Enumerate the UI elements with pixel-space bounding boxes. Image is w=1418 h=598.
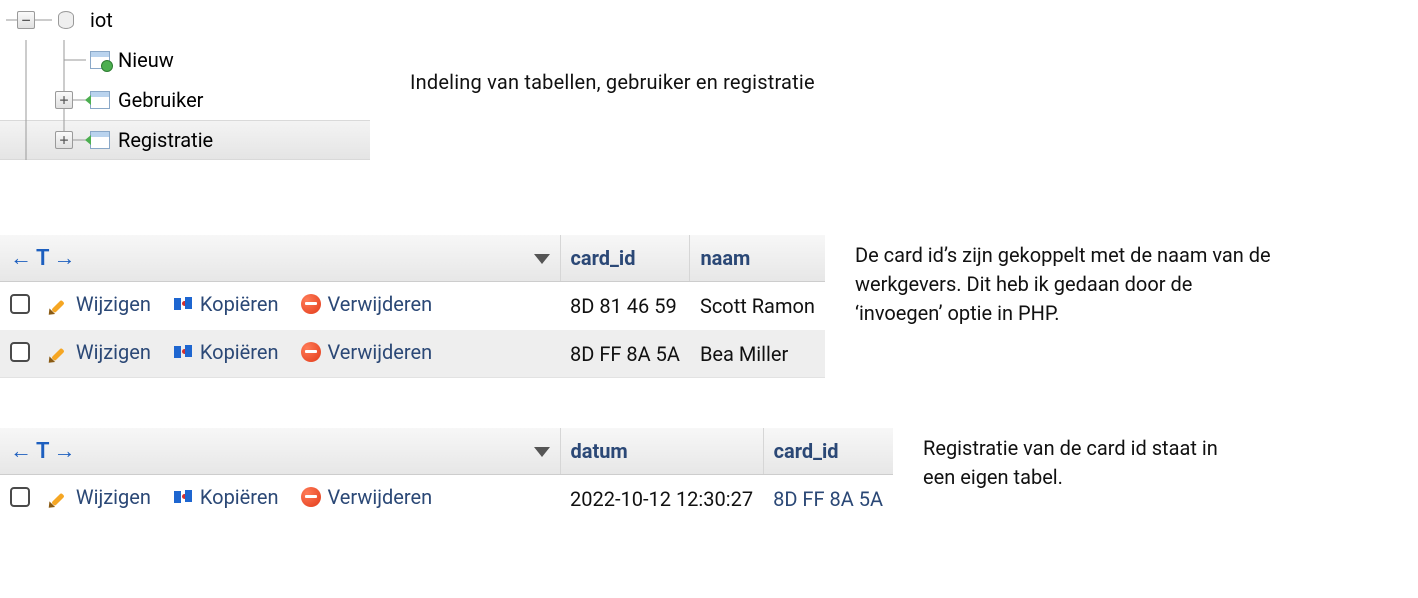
table-row: Wijzigen Kopiëren Verwijderen 8D FF 8A 5… (0, 330, 825, 378)
pencil-icon (50, 294, 70, 314)
grid-gebruiker: ← T → card_id naam Wijzigen Kopiëren Ver… (0, 235, 825, 378)
expand-icon[interactable]: + (55, 91, 73, 109)
col-header-naam[interactable]: naam (690, 235, 825, 282)
delete-button[interactable]: Verwijderen (301, 340, 432, 364)
minus-circle-icon (301, 294, 321, 314)
collapse-icon[interactable]: − (17, 11, 35, 29)
delete-button[interactable]: Verwijderen (301, 292, 432, 316)
cell-cardid: 8D 81 46 59 (560, 282, 690, 330)
caption-tree: Indeling van tabellen, gebruiker en regi… (410, 70, 815, 94)
row-options-icon[interactable]: ← T → (10, 245, 76, 271)
grid-actions-header[interactable]: ← T → (0, 235, 560, 282)
row-options-icon[interactable]: ← T → (10, 438, 76, 464)
table-row: Wijzigen Kopiëren Verwijderen 8D 81 46 5… (0, 282, 825, 330)
minus-circle-icon (301, 487, 321, 507)
tree-node-database[interactable]: − iot (0, 0, 370, 40)
tree-node-gebruiker[interactable]: + Gebruiker (0, 80, 370, 120)
edit-button[interactable]: Wijzigen (50, 340, 151, 364)
col-header-datum[interactable]: datum (560, 428, 763, 475)
grid-registratie: ← T → datum card_id Wijzigen Kopiëren Ve… (0, 428, 893, 523)
edit-label: Wijzigen (76, 340, 151, 364)
delete-label: Verwijderen (327, 485, 432, 509)
tree-label-new: Nieuw (116, 48, 174, 72)
table-icon (90, 131, 110, 149)
tree-node-registratie[interactable]: + Registratie (0, 120, 370, 160)
cell-cardid: 8D FF 8A 5A (560, 330, 690, 378)
row-checkbox[interactable] (10, 294, 30, 314)
pencil-icon (50, 342, 70, 362)
copy-label: Kopiëren (200, 292, 279, 316)
row-checkbox[interactable] (10, 342, 30, 362)
dropdown-icon[interactable] (534, 254, 550, 264)
grid-actions-header[interactable]: ← T → (0, 428, 560, 475)
db-tree: − iot Nieuw (0, 0, 370, 160)
minus-circle-icon (301, 342, 321, 362)
copy-button[interactable]: Kopiëren (174, 292, 279, 316)
edit-label: Wijzigen (76, 485, 151, 509)
caption-cards: De card id’s zijn gekoppelt met de naam … (855, 241, 1275, 328)
delete-label: Verwijderen (327, 340, 432, 364)
pencil-icon (50, 487, 70, 507)
copy-icon (174, 294, 194, 314)
copy-button[interactable]: Kopiëren (174, 485, 279, 509)
cell-naam: Scott Ramon (690, 282, 825, 330)
tree-label-registratie: Registratie (116, 128, 213, 152)
col-header-cardid[interactable]: card_id (763, 428, 893, 475)
cell-cardid[interactable]: 8D FF 8A 5A (763, 475, 893, 523)
edit-label: Wijzigen (76, 292, 151, 316)
delete-label: Verwijderen (327, 292, 432, 316)
col-header-cardid[interactable]: card_id (560, 235, 690, 282)
copy-label: Kopiëren (200, 485, 279, 509)
tree-node-new[interactable]: Nieuw (0, 40, 370, 80)
edit-button[interactable]: Wijzigen (50, 485, 151, 509)
tree-label-gebruiker: Gebruiker (116, 88, 203, 112)
cell-naam: Bea Miller (690, 330, 825, 378)
database-icon (56, 9, 76, 31)
dropdown-icon[interactable] (534, 447, 550, 457)
copy-icon (174, 487, 194, 507)
copy-label: Kopiëren (200, 340, 279, 364)
delete-button[interactable]: Verwijderen (301, 485, 432, 509)
table-row: Wijzigen Kopiëren Verwijderen 2022-10-12… (0, 475, 893, 523)
caption-registratie: Registratie van de card id staat in een … (923, 434, 1223, 492)
new-table-icon (90, 51, 110, 69)
expand-icon[interactable]: + (55, 131, 73, 149)
copy-button[interactable]: Kopiëren (174, 340, 279, 364)
edit-button[interactable]: Wijzigen (50, 292, 151, 316)
table-icon (90, 91, 110, 109)
cell-datum: 2022-10-12 12:30:27 (560, 475, 763, 523)
row-checkbox[interactable] (10, 487, 30, 507)
copy-icon (174, 342, 194, 362)
